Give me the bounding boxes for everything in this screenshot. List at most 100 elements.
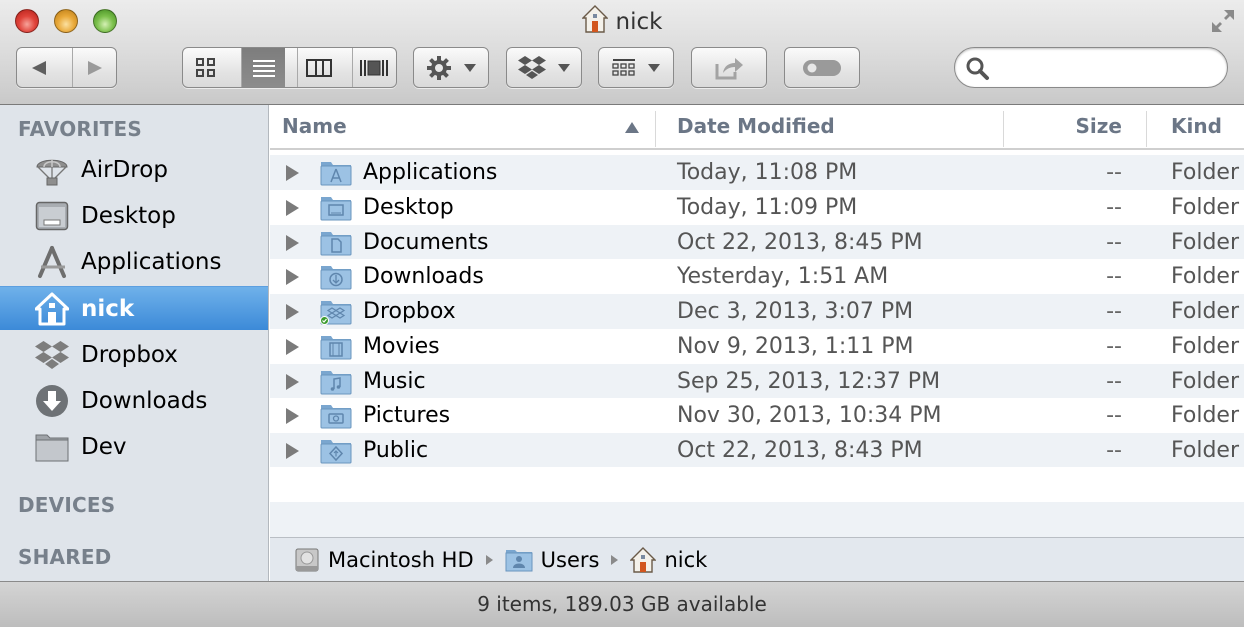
- sidebar-item-nick[interactable]: nick: [0, 286, 268, 330]
- share-icon: [715, 57, 743, 79]
- sidebar-item-airdrop[interactable]: AirDrop: [0, 148, 268, 192]
- status-text: 9 items, 189.03 GB available: [477, 592, 767, 616]
- list-rows: Applications Today, 11:08 PM -- Folder D…: [270, 155, 1244, 468]
- desktop-icon: [34, 198, 70, 234]
- table-row[interactable]: Desktop Today, 11:09 PM -- Folder: [270, 190, 1244, 225]
- cover-flow-view-button[interactable]: [351, 48, 396, 87]
- disclosure-triangle-icon[interactable]: [286, 304, 299, 320]
- grid-icon: [196, 57, 216, 77]
- table-row[interactable]: Music Sep 25, 2013, 12:37 PM -- Folder: [270, 363, 1244, 399]
- home-icon: [630, 546, 657, 573]
- dropbox-folder-icon: [320, 299, 352, 325]
- sidebar-item-label: Dev: [81, 434, 127, 460]
- disclosure-triangle-icon[interactable]: [286, 234, 299, 251]
- table-row[interactable]: Applications Today, 11:08 PM -- Folder: [270, 155, 1244, 190]
- file-date: Dec 3, 2013, 3:07 PM: [677, 299, 914, 324]
- table-row[interactable]: Dropbox Dec 3, 2013, 3:07 PM -- Folder: [270, 294, 1244, 329]
- sidebar-item-applications[interactable]: Applications: [0, 240, 268, 284]
- file-size: --: [1106, 160, 1122, 185]
- back-forward-control: [16, 47, 117, 88]
- tags-button[interactable]: [784, 47, 860, 88]
- pictures-folder-icon: [320, 403, 352, 429]
- file-kind: Folder: [1171, 438, 1239, 463]
- column-divider[interactable]: [655, 111, 656, 147]
- disclosure-triangle-icon[interactable]: [286, 269, 299, 286]
- disclosure-triangle-icon[interactable]: [286, 338, 299, 355]
- documents-folder-icon: [320, 230, 352, 256]
- sidebar-heading-shared[interactable]: SHARED: [18, 545, 112, 569]
- search-input[interactable]: [997, 54, 1217, 82]
- file-date: Oct 22, 2013, 8:43 PM: [677, 438, 923, 463]
- status-bar: 9 items, 189.03 GB available: [0, 581, 1244, 627]
- file-size: --: [1106, 438, 1122, 463]
- sidebar-item-dropbox[interactable]: Dropbox: [0, 333, 268, 377]
- forward-arrow-icon: [87, 60, 102, 75]
- search-icon: [966, 57, 989, 80]
- disclosure-triangle-icon[interactable]: [286, 373, 299, 390]
- path-bar: Macintosh HD Users nick: [270, 537, 1244, 581]
- disclosure-triangle-icon[interactable]: [286, 443, 299, 459]
- file-name: Desktop: [363, 194, 454, 220]
- dropbox-menu-button[interactable]: [506, 47, 582, 88]
- columns-icon: [305, 58, 332, 77]
- list-view-button[interactable]: [241, 48, 285, 87]
- table-row[interactable]: Pictures Nov 30, 2013, 10:34 PM -- Folde…: [270, 398, 1244, 433]
- file-size: --: [1106, 333, 1122, 359]
- column-header-date-modified[interactable]: Date Modified: [677, 105, 997, 148]
- column-view-button[interactable]: [296, 48, 340, 87]
- sidebar-item-desktop[interactable]: Desktop: [0, 194, 268, 238]
- action-menu-button[interactable]: [413, 47, 489, 88]
- file-name: Documents: [363, 229, 489, 255]
- icon-view-button[interactable]: [183, 48, 229, 87]
- path-crumb-label: Macintosh HD: [328, 547, 474, 572]
- file-kind: Folder: [1171, 333, 1239, 359]
- file-name: Downloads: [363, 264, 484, 290]
- file-name: Music: [363, 368, 426, 394]
- forward-button[interactable]: [72, 48, 116, 87]
- sidebar-heading-devices[interactable]: DEVICES: [18, 493, 115, 517]
- arrange-grid-icon: [612, 58, 635, 76]
- chevron-down-icon: [558, 63, 570, 72]
- path-crumb-macintosh-hd[interactable]: Macintosh HD: [294, 547, 474, 573]
- list-header: Name Date Modified Size Kind: [270, 105, 1244, 150]
- column-divider[interactable]: [1003, 111, 1004, 147]
- disclosure-triangle-icon[interactable]: [286, 199, 299, 216]
- table-row[interactable]: Public Oct 22, 2013, 8:43 PM -- Folder: [270, 433, 1244, 468]
- arrange-menu-button[interactable]: [598, 47, 674, 88]
- column-header-size[interactable]: Size: [1010, 105, 1122, 148]
- search-field[interactable]: [954, 47, 1228, 88]
- sidebar-item-downloads[interactable]: Downloads: [0, 379, 268, 423]
- chevron-down-icon: [648, 63, 660, 72]
- table-row[interactable]: Documents Oct 22, 2013, 8:45 PM -- Folde…: [270, 224, 1244, 260]
- file-size: --: [1106, 368, 1122, 394]
- share-button[interactable]: [691, 47, 767, 88]
- column-header-name[interactable]: Name: [282, 105, 652, 148]
- table-row[interactable]: Movies Nov 9, 2013, 1:11 PM -- Folder: [270, 329, 1244, 364]
- sidebar-item-label: nick: [81, 295, 135, 322]
- disclosure-triangle-icon[interactable]: [286, 408, 299, 425]
- airdrop-icon: [34, 152, 70, 188]
- gear-icon: [427, 55, 451, 80]
- home-icon: [580, 5, 609, 42]
- back-button[interactable]: [17, 48, 60, 87]
- path-crumb-users[interactable]: Users: [505, 548, 599, 572]
- column-header-label: Size: [1075, 114, 1122, 138]
- table-row[interactable]: Downloads Yesterday, 1:51 AM -- Folder: [270, 259, 1244, 294]
- column-divider[interactable]: [1146, 111, 1147, 147]
- fullscreen-button[interactable]: [1210, 8, 1236, 34]
- file-kind: Folder: [1171, 299, 1239, 324]
- folder-icon: [34, 429, 70, 465]
- file-kind: Folder: [1171, 160, 1239, 185]
- file-kind: Folder: [1171, 264, 1239, 290]
- file-date: Oct 22, 2013, 8:45 PM: [677, 229, 923, 255]
- file-date: Nov 30, 2013, 10:34 PM: [677, 403, 942, 429]
- music-folder-icon: [320, 369, 352, 395]
- sidebar-item-dev[interactable]: Dev: [0, 425, 268, 469]
- path-crumb-nick[interactable]: nick: [630, 546, 707, 573]
- file-size: --: [1106, 264, 1122, 290]
- disclosure-triangle-icon[interactable]: [286, 165, 299, 181]
- column-header-kind[interactable]: Kind: [1171, 105, 1241, 148]
- desktop-folder-icon: [320, 195, 352, 221]
- sidebar-item-label: AirDrop: [81, 157, 168, 183]
- list-icon: [252, 59, 275, 77]
